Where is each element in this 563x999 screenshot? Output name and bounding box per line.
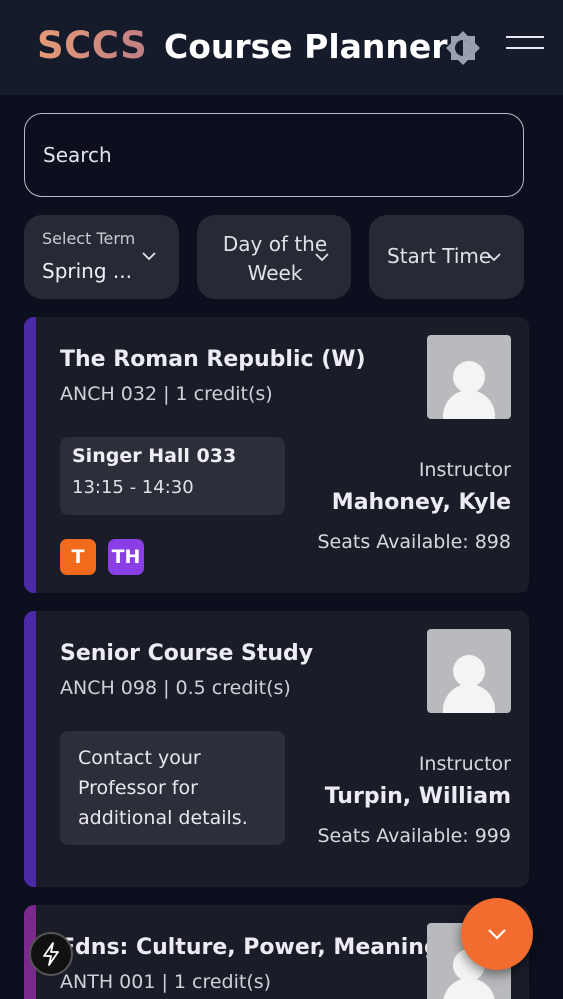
- hamburger-menu-icon[interactable]: [506, 36, 544, 60]
- start-time-label: Start Time: [387, 244, 492, 268]
- contact-note-box: Contact your Professor for additional de…: [60, 731, 285, 845]
- location-box: Singer Hall 033 13:15 - 14:30: [60, 437, 285, 515]
- chevron-down-icon: [315, 253, 329, 262]
- start-time-select[interactable]: Start Time: [369, 215, 524, 299]
- scroll-down-button[interactable]: [461, 898, 533, 970]
- course-card[interactable]: Fdns: Culture, Power, Meaning ANTH 001 |…: [24, 905, 529, 999]
- day-badge-tuesday: T: [60, 539, 96, 575]
- app-title: Course Planner: [164, 27, 448, 66]
- instructor-label: Instructor: [418, 459, 511, 481]
- instructor-avatar: [427, 335, 511, 419]
- term-select[interactable]: Select Term Spring ...: [24, 215, 179, 299]
- subject-stripe: [24, 611, 36, 887]
- course-title: Senior Course Study: [60, 641, 314, 666]
- chevron-down-icon: [488, 929, 506, 940]
- lightning-bolt-icon[interactable]: [29, 932, 73, 976]
- day-badge-thursday: TH: [108, 539, 144, 575]
- term-select-label: Select Term: [42, 229, 136, 248]
- instructor-name: Turpin, William: [324, 784, 511, 809]
- app-header: SCCS Course Planner: [0, 0, 563, 95]
- search-box[interactable]: [24, 113, 524, 197]
- chevron-down-icon: [487, 253, 501, 262]
- course-card[interactable]: The Roman Republic (W) ANCH 032 | 1 cred…: [24, 317, 529, 593]
- search-input[interactable]: [43, 143, 523, 167]
- theme-toggle-icon[interactable]: [446, 31, 480, 65]
- subject-stripe: [24, 317, 36, 593]
- class-time: 13:15 - 14:30: [72, 477, 194, 498]
- course-title: The Roman Republic (W): [60, 347, 366, 372]
- room-name: Singer Hall 033: [72, 445, 237, 467]
- course-code: ANCH 098 | 0.5 credit(s): [60, 677, 291, 699]
- brand-logo[interactable]: SCCS: [37, 24, 147, 67]
- day-select[interactable]: Day of the Week: [197, 215, 351, 299]
- course-code: ANCH 032 | 1 credit(s): [60, 383, 273, 405]
- term-select-value: Spring ...: [42, 259, 132, 283]
- contact-note: Contact your Professor for additional de…: [78, 747, 248, 829]
- chevron-down-icon: [142, 252, 156, 261]
- course-card[interactable]: Senior Course Study ANCH 098 | 0.5 credi…: [24, 611, 529, 887]
- seats-available: Seats Available: 999: [317, 825, 512, 847]
- instructor-name: Mahoney, Kyle: [331, 490, 511, 515]
- instructor-label: Instructor: [418, 753, 511, 775]
- course-title: Fdns: Culture, Power, Meaning: [60, 935, 440, 960]
- instructor-avatar: [427, 629, 511, 713]
- course-code: ANTH 001 | 1 credit(s): [60, 971, 272, 993]
- seats-available: Seats Available: 898: [317, 531, 512, 553]
